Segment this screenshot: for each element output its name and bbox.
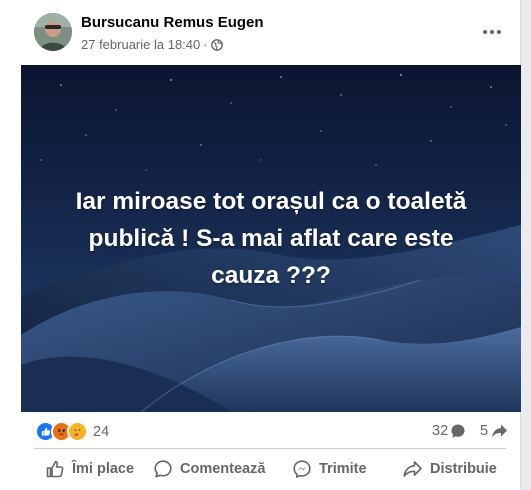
comments-count[interactable]: 32 bbox=[432, 423, 466, 439]
thumbs-up-icon bbox=[46, 460, 64, 478]
comment-icon bbox=[154, 460, 172, 478]
image-caption-text: Iar miroase tot orașul ca o toaletă publ… bbox=[75, 188, 467, 289]
globe-icon bbox=[210, 38, 223, 51]
reaction-count: 24 bbox=[93, 423, 110, 440]
author-name[interactable]: Bursucanu Remus Eugen bbox=[81, 14, 264, 31]
comment-count-value: 32 bbox=[432, 423, 449, 439]
post-image[interactable]: Iar miroase tot orașul ca o toaletă publ… bbox=[21, 65, 521, 412]
share-button-label: Distribuie bbox=[430, 461, 497, 477]
post-card: Bursucanu Remus Eugen 27 februarie la 18… bbox=[0, 0, 521, 490]
like-button[interactable]: Îmi place bbox=[45, 452, 134, 486]
post-stats: 24 32 5 bbox=[0, 418, 521, 448]
more-dot-icon bbox=[490, 30, 494, 34]
avatar[interactable] bbox=[34, 13, 72, 51]
more-options-button[interactable] bbox=[474, 20, 510, 44]
avatar-image bbox=[34, 13, 72, 51]
comment-button[interactable]: Comentează bbox=[153, 452, 265, 486]
comment-bubble-icon bbox=[451, 424, 465, 438]
divider bbox=[34, 448, 506, 449]
shares-count[interactable]: 5 bbox=[480, 423, 508, 439]
share-icon bbox=[403, 461, 422, 477]
meta-separator: · bbox=[203, 37, 208, 52]
comment-button-label: Comentează bbox=[180, 461, 266, 477]
post-date[interactable]: 27 februarie la 18:40 bbox=[81, 37, 200, 52]
send-button-label: Trimite bbox=[319, 461, 367, 477]
send-button[interactable]: Trimite bbox=[292, 452, 367, 486]
more-dot-icon bbox=[497, 30, 501, 34]
more-dot-icon bbox=[483, 30, 487, 34]
share-button[interactable]: Distribuie bbox=[402, 452, 497, 486]
like-button-label: Îmi place bbox=[72, 461, 135, 477]
share-arrow-icon bbox=[492, 424, 508, 438]
messenger-icon bbox=[293, 460, 311, 478]
care-icon bbox=[67, 421, 88, 442]
share-count-value: 5 bbox=[480, 423, 489, 439]
reactions-summary[interactable]: 24 bbox=[35, 421, 109, 442]
post-actions: Îmi place Comentează Trimite Distribuie bbox=[0, 452, 521, 486]
post-meta: 27 februarie la 18:40 · bbox=[81, 37, 223, 52]
post-header: Bursucanu Remus Eugen 27 februarie la 18… bbox=[0, 0, 521, 62]
